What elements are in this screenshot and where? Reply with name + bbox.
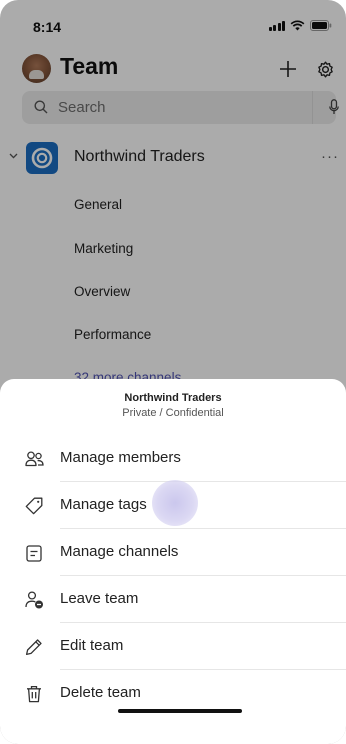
manage-members-item[interactable]: Manage members — [0, 435, 346, 482]
menu-item-label: Delete team — [60, 684, 141, 701]
sheet-subtitle: Private / Confidential — [122, 407, 224, 419]
tag-icon — [24, 496, 44, 516]
team-options-sheet: Northwind Traders Private / Confidential… — [0, 379, 346, 744]
home-indicator[interactable] — [118, 709, 242, 713]
pencil-icon — [24, 637, 44, 657]
menu-item-label: Edit team — [60, 637, 124, 654]
person-leave-icon — [24, 590, 44, 610]
menu-item-label: Manage channels — [60, 543, 179, 560]
sheet-title: Northwind Traders — [124, 392, 222, 404]
channel-list-icon — [24, 543, 44, 563]
leave-team-item[interactable]: Leave team — [0, 576, 346, 623]
menu-item-label: Leave team — [60, 590, 139, 607]
menu-item-label: Manage members — [60, 449, 181, 466]
menu-item-label: Manage tags — [60, 496, 147, 513]
phone-screen: 8:14 Team Search Northwind Traders ··· G… — [0, 0, 346, 744]
edit-team-item[interactable]: Edit team — [0, 623, 346, 670]
manage-channels-item[interactable]: Manage channels — [0, 529, 346, 576]
touch-indicator — [152, 480, 198, 526]
trash-icon — [24, 684, 44, 704]
people-icon — [24, 449, 44, 469]
